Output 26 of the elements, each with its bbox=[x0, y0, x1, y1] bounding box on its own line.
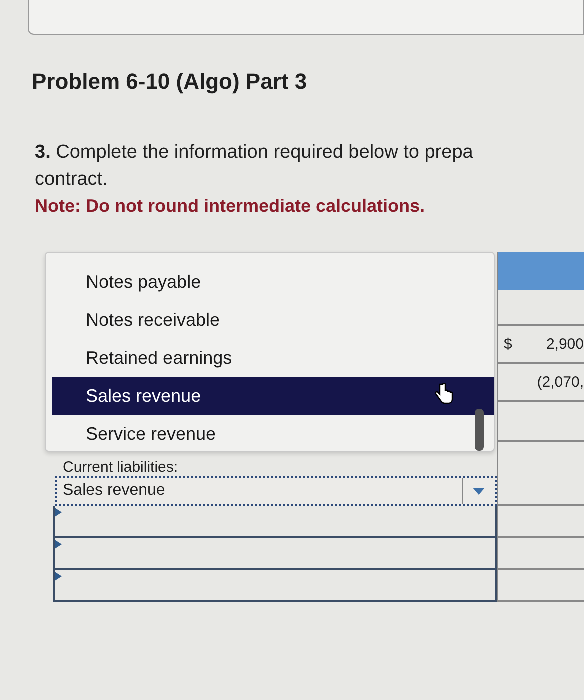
input-field[interactable] bbox=[53, 506, 497, 538]
scrollbar-thumb[interactable] bbox=[475, 409, 484, 451]
input-field[interactable] bbox=[497, 538, 584, 570]
note-text: Note: Do not round intermediate calculations. bbox=[35, 195, 426, 218]
marker-icon bbox=[55, 540, 62, 549]
marker-icon bbox=[55, 508, 62, 517]
dropdown-option[interactable]: Service revenue bbox=[46, 415, 494, 453]
instruction-text: 3. Complete the information required below to prepa bbox=[35, 141, 474, 165]
input-field[interactable] bbox=[53, 570, 497, 602]
currency-sign: $ bbox=[504, 336, 512, 352]
hand-cursor-icon bbox=[434, 383, 454, 405]
dropdown-option[interactable]: Sales revenue bbox=[52, 377, 494, 415]
input-field[interactable] bbox=[497, 570, 584, 602]
amount-text: (2,070, bbox=[537, 374, 584, 390]
dropdown-option[interactable]: Retained earnings bbox=[46, 339, 494, 377]
input-field[interactable] bbox=[497, 506, 584, 538]
amount-text: 2,900 bbox=[546, 336, 584, 352]
dropdown-option[interactable]: Notes receivable bbox=[46, 301, 494, 339]
dropdown-option[interactable]: Notes payable bbox=[46, 263, 494, 301]
section-label: Current liabilities: bbox=[63, 459, 178, 476]
account-dropdown[interactable]: Sales revenue bbox=[55, 476, 497, 506]
input-field[interactable] bbox=[53, 538, 497, 570]
caret-icon bbox=[473, 488, 485, 494]
instruction-text-continued: contract. bbox=[35, 168, 109, 192]
marker-icon bbox=[55, 572, 62, 581]
problem-title: Problem 6-10 (Algo) Part 3 bbox=[32, 69, 308, 95]
